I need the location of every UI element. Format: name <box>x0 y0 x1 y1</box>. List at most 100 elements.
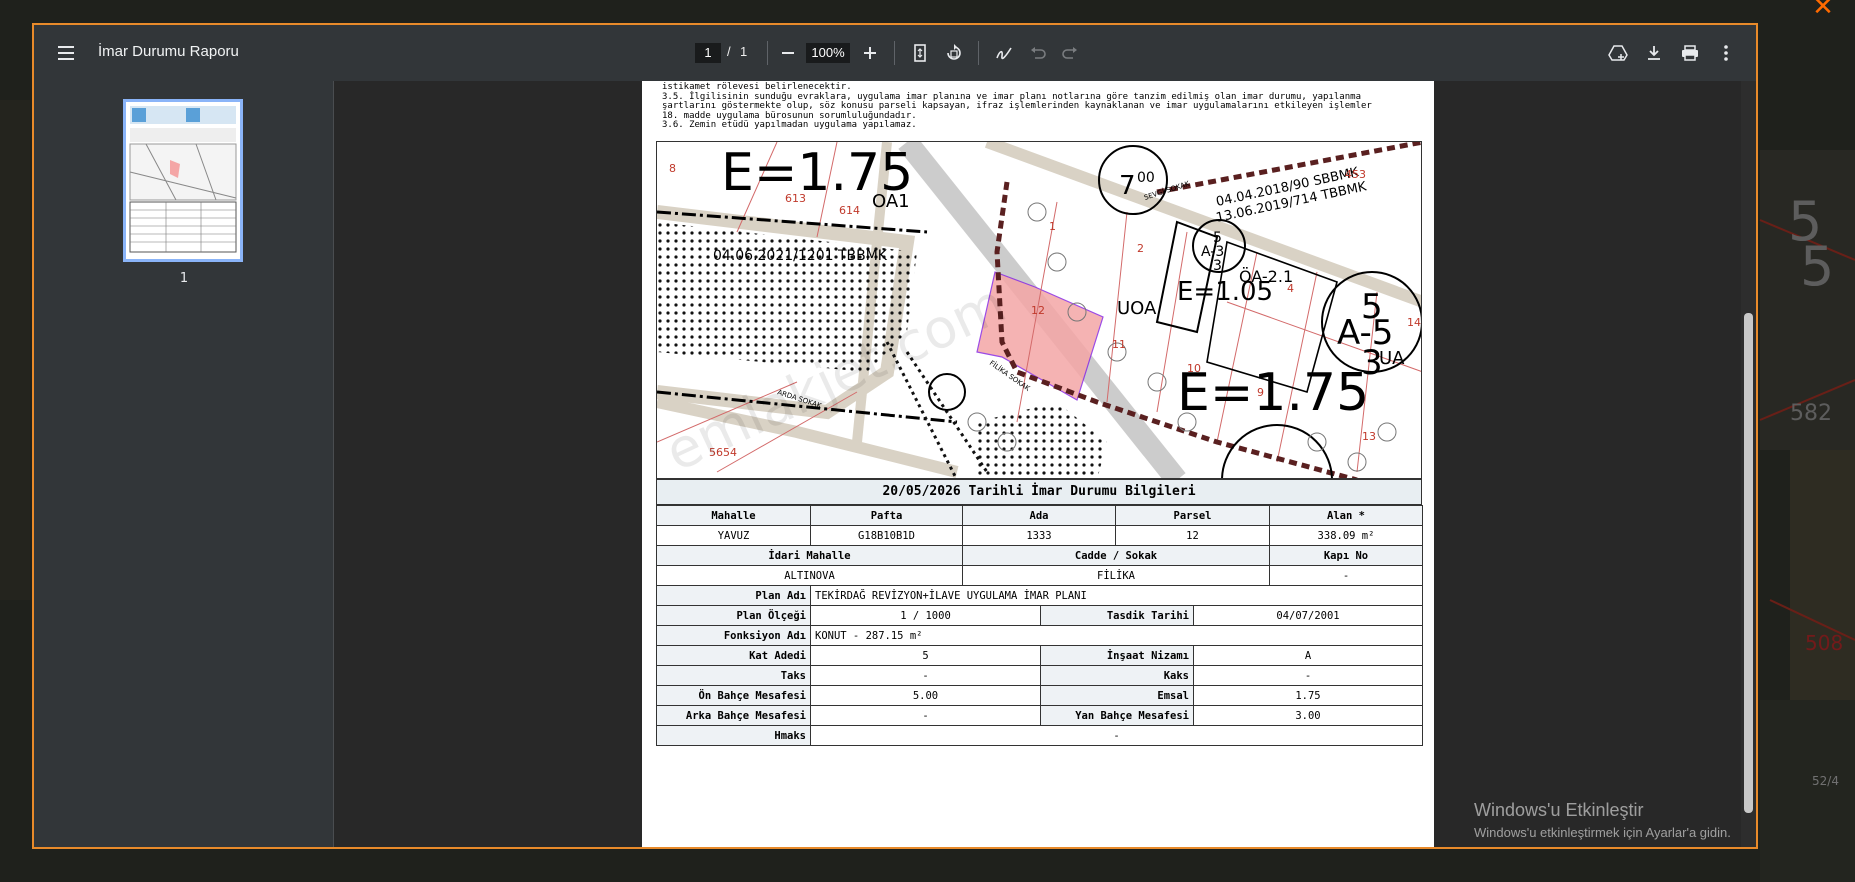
more-options-icon[interactable] <box>1712 39 1740 67</box>
menu-icon[interactable] <box>52 39 80 67</box>
front-yard-value: 5.00 <box>810 685 1041 706</box>
plan-info-table: Plan Adı TEKİRDAĞ REVİZYON+İLAVE UYGULAM… <box>656 585 1423 746</box>
pdf-page: istikamet rölevesi belirlenecektir. 3.5. … <box>642 81 1434 847</box>
table-cell: YAVUZ <box>656 525 811 546</box>
map-parcel-4: 4 <box>1287 282 1294 295</box>
table-header: İdari Mahalle <box>656 545 963 566</box>
table-row: İdari Mahalle Cadde / Sokak Kapı No <box>656 545 1423 566</box>
toolbar-divider <box>894 41 895 65</box>
function-label: Fonksiyon Adı <box>656 625 811 646</box>
fit-page-icon[interactable] <box>906 39 934 67</box>
table-row: Hmaks - <box>656 725 1423 746</box>
table-cell: G18B10B1D <box>810 525 963 546</box>
download-icon[interactable] <box>1640 39 1668 67</box>
page-number-input[interactable]: 1 <box>695 43 721 63</box>
table-cell: ALTINOVA <box>656 565 963 586</box>
map-label-uoa: UOA <box>1117 298 1157 319</box>
floor-count-value: 5 <box>810 645 1041 666</box>
undo-icon[interactable] <box>1024 39 1052 67</box>
emsal-value: 1.75 <box>1193 685 1423 706</box>
table-row: Kat Adedi 5 İnşaat Nizamı A <box>656 645 1423 666</box>
side-yard-label: Yan Bahçe Mesafesi <box>1040 705 1194 726</box>
taks-value: - <box>810 665 1041 686</box>
map-label-oa21: ÖA-2.1 <box>1239 267 1293 286</box>
approval-date-label: Tasdik Tarihi <box>1040 605 1194 626</box>
document-title: İmar Durumu Raporu <box>98 43 239 60</box>
table-header: Parsel <box>1115 505 1270 526</box>
toolbar-divider <box>767 41 768 65</box>
construction-order-label: İnşaat Nizamı <box>1040 645 1194 666</box>
activation-subtitle: Windows'u etkinleştirmek için Ayarlar'a … <box>1474 825 1731 840</box>
thumbnail-sidebar: 1 <box>34 81 334 847</box>
redo-icon[interactable] <box>1056 39 1084 67</box>
page-thumbnail[interactable] <box>123 99 243 262</box>
table-header: Alan * <box>1269 505 1423 526</box>
hmaks-value: - <box>810 725 1423 746</box>
plan-name-label: Plan Adı <box>656 585 811 606</box>
table-header: Mahalle <box>656 505 811 526</box>
table-cell: 1333 <box>962 525 1116 546</box>
table-row: Arka Bahçe Mesafesi - Yan Bahçe Mesafesi… <box>656 705 1423 726</box>
map-circle-7-label: 7 <box>1119 171 1136 201</box>
map-circle-00-label: 00 <box>1137 170 1155 186</box>
map-parcel-12: 12 <box>1031 304 1045 317</box>
table-cell: FİLİKA <box>962 565 1270 586</box>
map-circle-a5-bot: 3 <box>1361 343 1383 383</box>
plan-scale-value: 1 / 1000 <box>810 605 1041 626</box>
map-parcel-9: 9 <box>1257 386 1264 399</box>
map-parcel-614: 614 <box>839 204 860 217</box>
report-notes: istikamet rölevesi belirlenecektir. 3.5. … <box>662 82 1372 131</box>
plan-name-value: TEKİRDAĞ REVİZYON+İLAVE UYGULAMA İMAR PL… <box>810 585 1423 606</box>
kaks-label: Kaks <box>1040 665 1194 686</box>
map-circle-a3-bot: 3 <box>1213 258 1222 274</box>
activation-title: Windows'u Etkinleştir <box>1474 800 1644 820</box>
zoom-level-input[interactable]: 100% <box>806 43 850 63</box>
rotate-icon[interactable] <box>940 39 968 67</box>
table-header: Ada <box>962 505 1116 526</box>
table-cell: - <box>1269 565 1423 586</box>
thumbnail-preview <box>129 106 237 253</box>
table-cell: 12 <box>1115 525 1270 546</box>
hmaks-label: Hmaks <box>656 725 811 746</box>
kaks-value: - <box>1193 665 1423 686</box>
table-row: Plan Adı TEKİRDAĞ REVİZYON+İLAVE UYGULAM… <box>656 585 1423 606</box>
plan-scale-label: Plan Ölçeği <box>656 605 811 626</box>
annotate-pen-icon[interactable] <box>990 39 1018 67</box>
table-row: Mahalle Pafta Ada Parsel Alan * <box>656 505 1423 526</box>
windows-activation-watermark: Windows'u Etkinleştir Windows'u etkinleş… <box>1474 800 1834 840</box>
print-icon[interactable] <box>1676 39 1704 67</box>
table-row: Fonksiyon Adı KONUT - 287.15 m² <box>656 625 1423 646</box>
scrollbar-thumb[interactable] <box>1744 313 1753 813</box>
floor-count-label: Kat Adedi <box>656 645 811 666</box>
table-cell: 338.09 m² <box>1269 525 1423 546</box>
save-to-drive-icon[interactable] <box>1604 39 1632 67</box>
parcel-info-table: Mahalle Pafta Ada Parsel Alan * YAVUZ G1… <box>656 505 1423 586</box>
zoom-out-icon[interactable] <box>774 39 802 67</box>
map-parcel-2: 2 <box>1137 242 1144 255</box>
table-header: Cadde / Sokak <box>962 545 1270 566</box>
approval-date-value: 04/07/2001 <box>1193 605 1423 626</box>
document-area[interactable]: istikamet rölevesi belirlenecektir. 3.5. … <box>335 81 1756 847</box>
info-title: 20/05/2026 Tarihli İmar Durumu Bilgileri <box>656 479 1422 505</box>
emsal-label: Emsal <box>1040 685 1194 706</box>
table-row: Plan Ölçeği 1 / 1000 Tasdik Tarihi 04/07… <box>656 605 1423 626</box>
vertical-scrollbar[interactable] <box>1741 81 1756 847</box>
construction-order-value: A <box>1193 645 1423 666</box>
front-yard-label: Ön Bahçe Mesafesi <box>656 685 811 706</box>
toolbar-divider <box>978 41 979 65</box>
map-parcel-613: 613 <box>785 192 806 205</box>
map-parcel-13: 13 <box>1362 430 1376 443</box>
zoom-in-icon[interactable] <box>856 39 884 67</box>
map-parcel-10: 10 <box>1187 362 1201 375</box>
close-icon[interactable]: ✕ <box>1808 0 1838 22</box>
map-parcel-1: 1 <box>1049 220 1056 233</box>
note-line: 3.6. Zemin etüdü yapılmadan uygulama yap… <box>662 120 917 131</box>
table-header: Kapı No <box>1269 545 1423 566</box>
taks-label: Taks <box>656 665 811 686</box>
zoning-map: E=1.75 E=1.75 E=1.05 OA1 UOA ÖA-2.1 UA 0… <box>656 141 1422 479</box>
total-pages: 1 <box>740 44 748 59</box>
table-header: Pafta <box>810 505 963 526</box>
table-row: Taks - Kaks - <box>656 665 1423 686</box>
thumbnail-page-number: 1 <box>179 271 189 286</box>
table-row: YAVUZ G18B10B1D 1333 12 338.09 m² <box>656 525 1423 546</box>
